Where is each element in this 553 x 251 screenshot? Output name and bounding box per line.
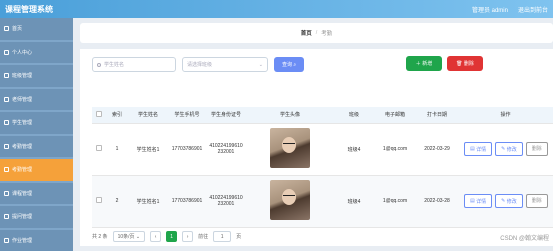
header-index: 索引 [106,107,128,123]
header-idcard: 学生身份证号 [206,107,246,123]
detail-button[interactable]: ▤ 详情 [464,194,492,208]
delete-button[interactable]: 删除 [526,142,548,156]
cell-index: 1 [106,123,128,175]
table-header-row: 索引 学生姓名 学生手机号 学生身份证号 学生头像 班级 电子邮箱 打卡日期 操… [92,107,553,123]
sidebar-item-homework[interactable]: 作业管理 [0,230,73,251]
chevron-right-icon: › [187,234,189,240]
cell-class: 班级4 [334,175,374,227]
cell-student-name: 学生姓名1 [128,123,168,175]
student-name-input[interactable]: 学生姓名 [92,57,176,72]
delete-button[interactable]: 删除 [526,194,548,208]
grid-icon [4,97,9,102]
header-avatar: 学生头像 [246,107,334,123]
plus-icon: ＋ [416,60,421,67]
attendance-table: 索引 学生姓名 学生手机号 学生身份证号 学生头像 班级 电子邮箱 打卡日期 操… [92,107,553,228]
sidebar-item-student[interactable]: 学生管理 [0,112,73,134]
student-avatar-image [270,128,310,168]
admin-user-label: 管理员 admin [472,5,508,14]
grid-icon [4,191,9,196]
page-size-select[interactable]: 10条/页 ⌄ [113,231,146,242]
chevron-down-icon: ⌄ [136,234,140,240]
prev-page-button[interactable]: ‹ [150,231,161,242]
sidebar: 首页 个人中心 班级管理 老师管理 学生管理 考勤管理 考勤管理 课程管理 提问… [0,18,73,246]
search-icon [97,63,101,67]
select-all-header[interactable] [92,107,106,123]
sidebar-item-course[interactable]: 课程管理 [0,183,73,205]
chevron-down-icon: ⌄ [259,62,263,68]
edit-icon: ✎ [501,146,505,152]
cell-operations: ▤ 详情✎ 修改删除 [458,123,553,175]
exit-to-frontend-link[interactable]: 退出到前台 [518,5,548,14]
breadcrumb-home[interactable]: 首页 [301,29,312,37]
page-number-button[interactable]: 1 [166,231,177,242]
header-email: 电子邮箱 [374,107,416,123]
checkbox[interactable] [96,111,102,117]
breadcrumb-separator: / [316,30,318,36]
table-row: 2 学生姓名1 17703786901 410224199610232001 班… [92,175,553,227]
header-phone: 学生手机号 [168,107,206,123]
breadcrumb: 首页 / 考勤 [80,23,553,43]
app-title: 课程管理系统 [5,4,53,15]
cell-idcard: 410224199610232001 [206,123,246,175]
grid-icon [4,214,9,219]
cell-phone: 17703786901 [168,123,206,175]
cell-operations: ▤ 详情✎ 修改删除 [458,175,553,227]
trash-icon: 🗑 [456,61,462,67]
cell-email: 1@qq.com [374,123,416,175]
detail-icon: ▤ [470,198,475,204]
edit-icon: ✎ [501,198,505,204]
pagination: 共 2 条 10条/页 ⌄ ‹ 1 › 前往 1 页 [92,231,241,242]
row-checkbox[interactable] [96,145,102,151]
cell-email: 1@qq.com [374,175,416,227]
sidebar-item-question[interactable]: 提问管理 [0,206,73,228]
cell-phone: 17703786901 [168,175,206,227]
sidebar-item-class[interactable]: 班级管理 [0,65,73,87]
goto-label: 前往 [198,233,208,240]
sidebar-item-attendance-1[interactable]: 考勤管理 [0,136,73,158]
total-count: 共 2 条 [92,233,108,240]
top-bar: 课程管理系统 管理员 admin 退出到前台 [0,0,553,18]
cell-date: 2022-03-29 [416,123,458,175]
home-icon [4,26,9,31]
cell-idcard: 410224199610232001 [206,175,246,227]
search-row: 学生姓名 请选择班级⌄ 查询 ⌕ [92,57,304,72]
page-suffix: 页 [236,233,241,240]
breadcrumb-current: 考勤 [321,29,332,37]
header-operations: 操作 [458,107,553,123]
header-student-name: 学生姓名 [128,107,168,123]
cell-student-name: 学生姓名1 [128,175,168,227]
search-icon: ⌕ [293,62,296,68]
row-checkbox[interactable] [96,197,102,203]
grid-icon [4,238,9,243]
sidebar-item-teacher[interactable]: 老师管理 [0,89,73,111]
chevron-left-icon: ‹ [155,234,157,240]
grid-icon [4,144,9,149]
detail-icon: ▤ [470,146,475,152]
user-icon [4,50,9,55]
goto-page-input[interactable]: 1 [213,231,231,242]
cell-date: 2022-03-28 [416,175,458,227]
add-button[interactable]: ＋ 新增 [406,56,442,71]
sidebar-item-profile[interactable]: 个人中心 [0,42,73,64]
grid-icon [4,120,9,125]
edit-button[interactable]: ✎ 修改 [495,142,523,156]
cell-class: 班级4 [334,123,374,175]
search-button[interactable]: 查询 ⌕ [274,57,304,72]
cell-index: 2 [106,175,128,227]
sidebar-item-home[interactable]: 首页 [0,18,73,40]
header-class: 班级 [334,107,374,123]
class-select[interactable]: 请选择班级⌄ [182,57,268,72]
grid-icon [4,167,9,172]
grid-icon [4,73,9,78]
student-avatar-image [270,180,310,220]
edit-button[interactable]: ✎ 修改 [495,194,523,208]
watermark: CSDN @翰文编程 [500,233,549,242]
detail-button[interactable]: ▤ 详情 [464,142,492,156]
bulk-delete-button[interactable]: 🗑 删除 [447,56,483,71]
table-row: 1 学生姓名1 17703786901 410224199610232001 班… [92,123,553,175]
sidebar-item-attendance-2[interactable]: 考勤管理 [0,159,73,181]
header-date: 打卡日期 [416,107,458,123]
next-page-button[interactable]: › [182,231,193,242]
